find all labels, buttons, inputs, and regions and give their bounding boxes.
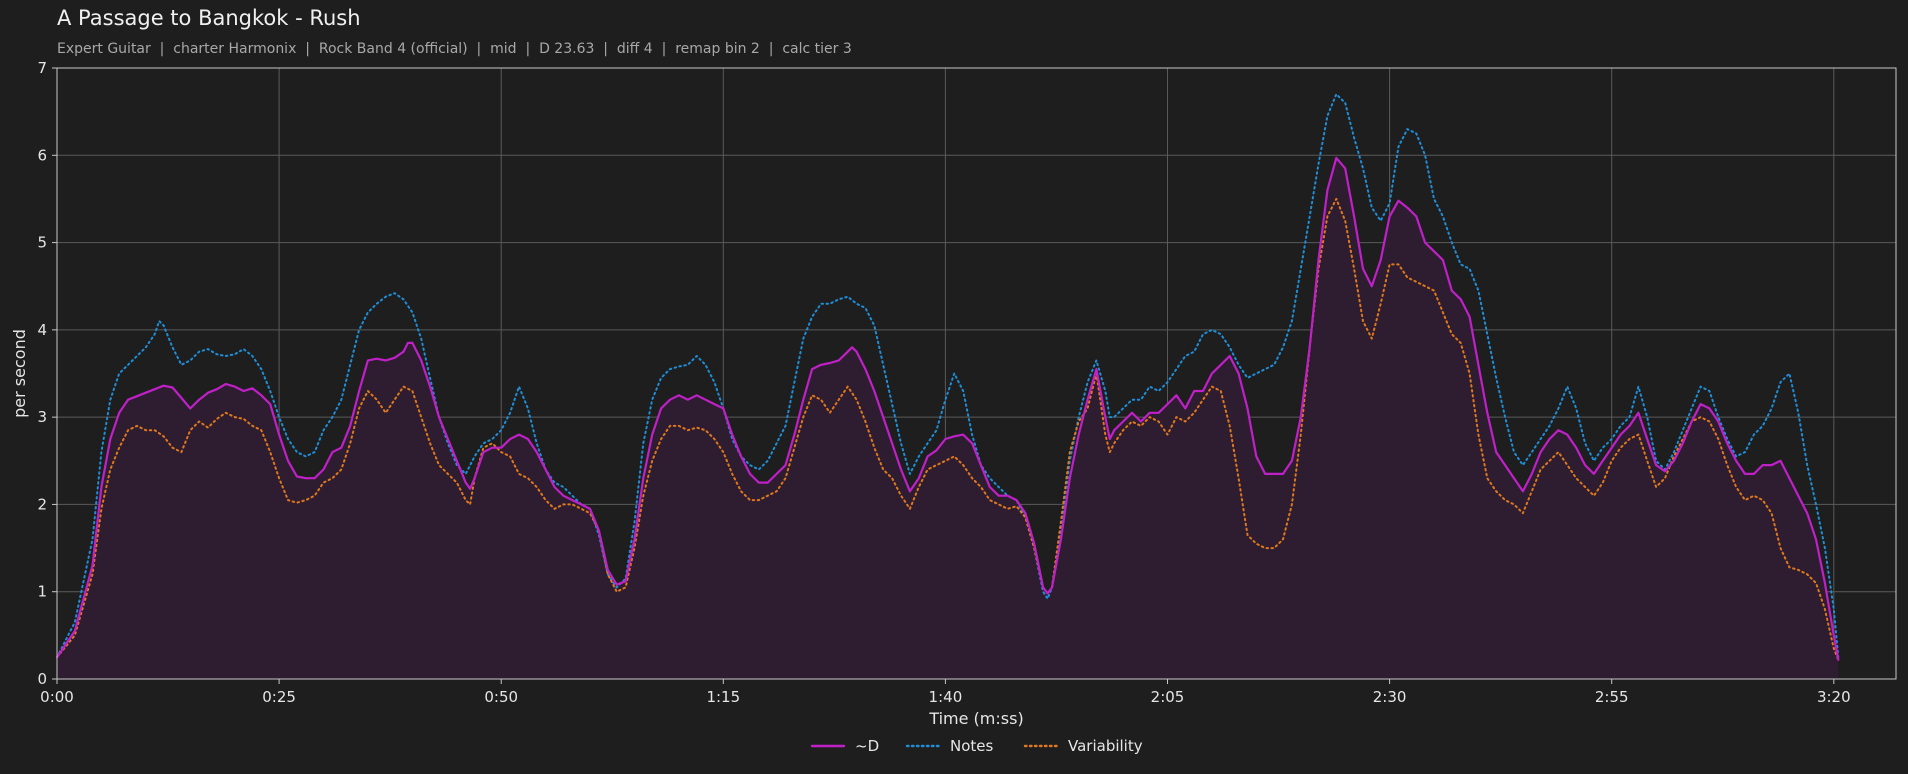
- d-area-fill: [57, 157, 1839, 679]
- x-tick-label: 0:50: [484, 688, 518, 706]
- x-tick-label: 3:20: [1817, 688, 1851, 706]
- y-axis-ticks: 0 1 2 3 4 5 6 7: [37, 59, 57, 688]
- x-tick-label: 2:05: [1151, 688, 1185, 706]
- line-chart: 0:00 0:25 0:50 1:15 1:40 2:05 2:30 2:55 3:20 0 1 2…: [10, 59, 1897, 755]
- y-tick-label: 1: [37, 583, 47, 601]
- y-tick-label: 3: [37, 408, 47, 426]
- y-tick-label: 0: [37, 670, 47, 688]
- y-tick-label: 7: [37, 59, 47, 77]
- y-tick-label: 4: [37, 321, 47, 339]
- legend: ~D Notes Variability: [810, 737, 1143, 755]
- series-fill-d: [57, 157, 1839, 679]
- x-tick-label: 1:15: [706, 688, 740, 706]
- y-tick-label: 6: [37, 146, 47, 164]
- x-axis-label: Time (m:ss): [928, 709, 1023, 728]
- legend-label: ~D: [855, 737, 879, 755]
- x-tick-label: 1:40: [929, 688, 963, 706]
- y-tick-label: 2: [37, 495, 47, 513]
- x-tick-label: 2:55: [1595, 688, 1629, 706]
- legend-label: Variability: [1068, 737, 1143, 755]
- legend-label: Notes: [950, 737, 994, 755]
- x-tick-label: 2:30: [1373, 688, 1407, 706]
- x-tick-label: 0:25: [262, 688, 296, 706]
- x-axis-ticks: 0:00 0:25 0:50 1:15 1:40 2:05 2:30 2:55 3:20: [40, 679, 1851, 706]
- x-tick-label: 0:00: [40, 688, 74, 706]
- y-tick-label: 5: [37, 234, 47, 252]
- y-axis-label: per second: [10, 329, 29, 418]
